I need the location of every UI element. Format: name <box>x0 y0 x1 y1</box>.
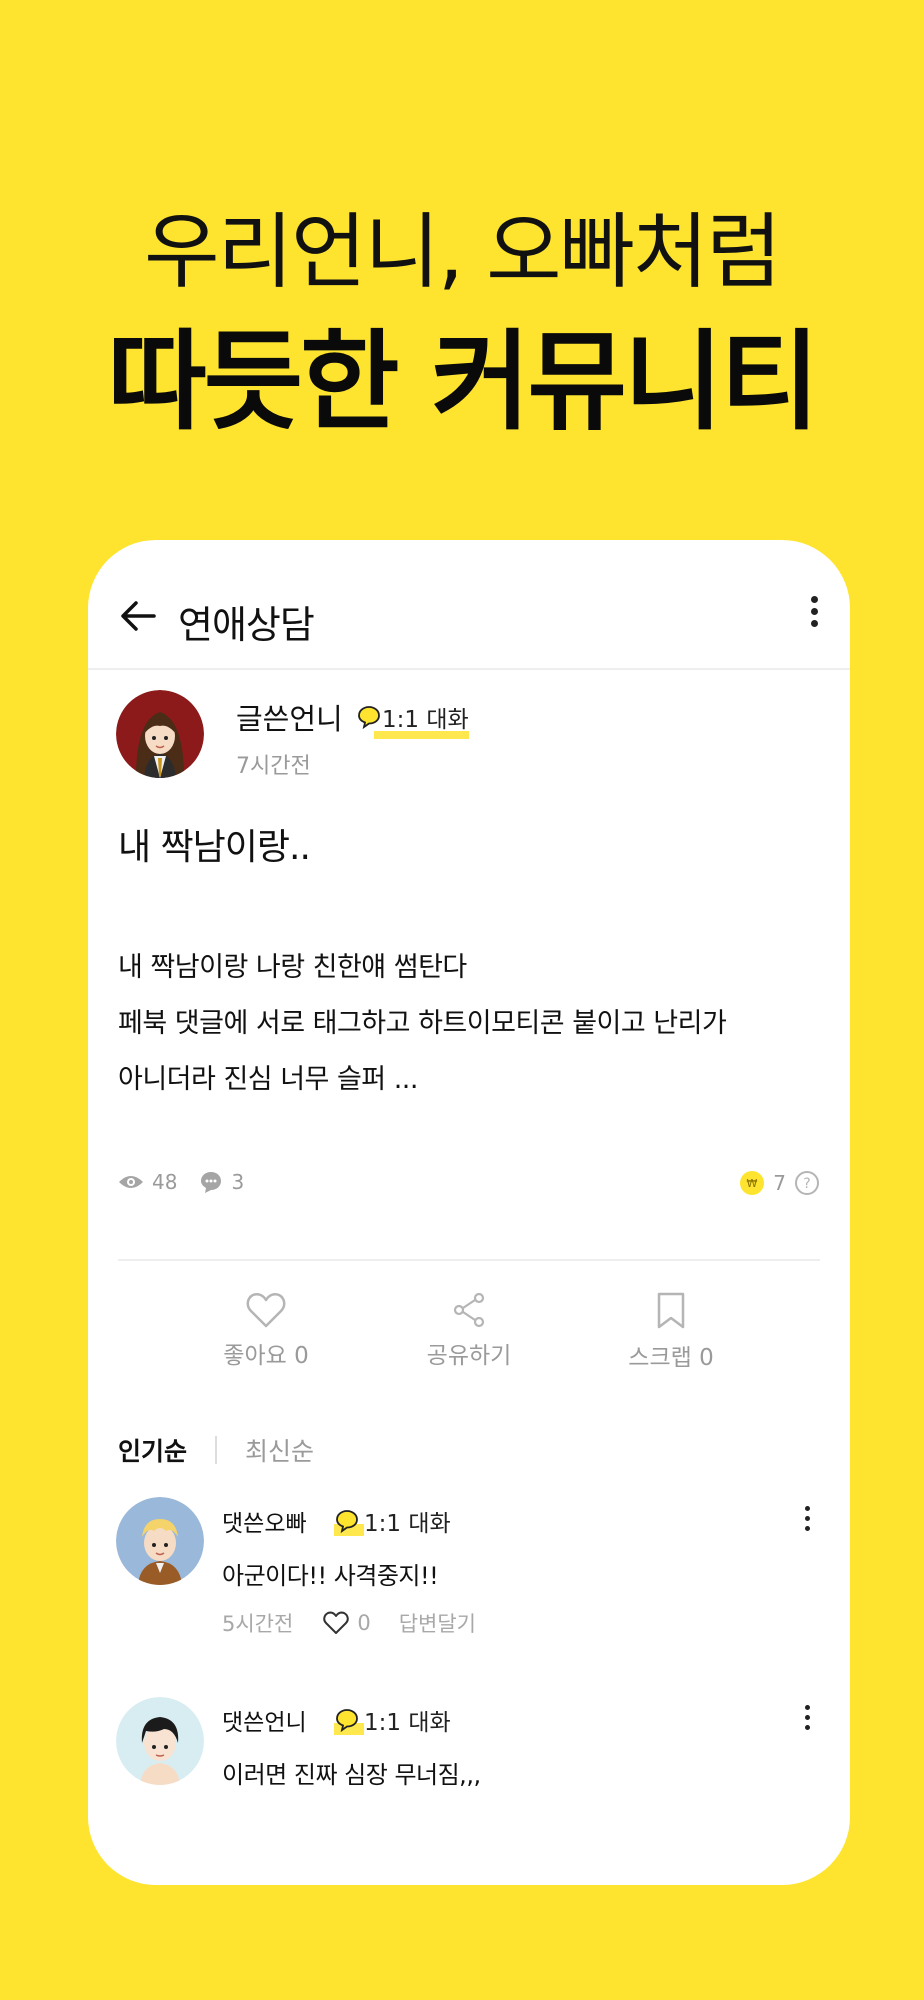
view-count: 48 <box>152 1170 178 1194</box>
svg-text:₩: ₩ <box>747 1177 758 1190</box>
like-label: 좋아요 0 <box>223 1343 309 1369</box>
divider <box>118 1259 820 1261</box>
eye-icon <box>119 1176 143 1188</box>
scrap-label: 스크랩 0 <box>628 1345 714 1371</box>
share-label: 공유하기 <box>426 1343 512 1369</box>
post-body-line: 내 짝남이랑 나랑 친한얘 썸탄다 <box>118 952 467 983</box>
chat-bubble-icon <box>358 706 380 730</box>
sort-popular-tab[interactable]: 인기순 <box>118 1432 187 1468</box>
commenter-name[interactable]: 댓쓴언니 <box>222 1703 307 1737</box>
app-bar: 연애상담 <box>88 540 850 670</box>
chat-label: 1:1 대화 <box>382 707 469 733</box>
post-body-line: 페북 댓글에 서로 태그하고 하트이모티콘 붙이고 난리가 <box>118 1008 727 1039</box>
coin-icon: ₩ <box>740 1171 765 1195</box>
help-icon[interactable]: ? <box>794 1170 820 1196</box>
board-title: 연애상담 <box>178 603 315 647</box>
commenter-avatar[interactable] <box>116 1697 204 1785</box>
chat-bubble-icon <box>336 1709 358 1733</box>
comment-text: 이러면 진짜 심장 무너짐,,, <box>222 1761 481 1789</box>
reward-count: 7 <box>773 1171 786 1195</box>
one-to-one-chat-button[interactable]: 1:1 대화 <box>334 1504 451 1538</box>
sort-latest-tab[interactable]: 최신순 <box>245 1432 314 1468</box>
comment-sort: 인기순 최신순 <box>118 1432 314 1468</box>
like-button[interactable]: 좋아요 0 <box>186 1292 346 1370</box>
share-icon <box>453 1292 485 1328</box>
sort-separator <box>215 1436 218 1464</box>
comment-meta: 5시간전 0 답변달기 <box>222 1608 476 1638</box>
comment-count: 3 <box>231 1170 245 1194</box>
chat-bubble-icon <box>336 1510 358 1534</box>
more-options-icon[interactable] <box>808 596 820 630</box>
headline-line-2: 따듯한 커뮤니티 <box>107 320 819 445</box>
commenter-name[interactable]: 댓쓴오빠 <box>222 1504 307 1538</box>
phone-screen: 연애상담 글쓴언니 1:1 대화 7시간전 내 짝남이랑.. 내 짝남이랑 나랑… <box>88 540 850 1885</box>
one-to-one-chat-button[interactable]: 1:1 대화 <box>356 700 469 739</box>
chat-label: 1:1 대화 <box>364 1710 451 1736</box>
comment-more-icon[interactable] <box>802 1506 812 1536</box>
chat-label: 1:1 대화 <box>364 1511 451 1537</box>
post-body: 내 짝남이랑 나랑 친한얘 썸탄다 페북 댓글에 서로 태그하고 하트이모티콘 … <box>118 940 818 1108</box>
bookmark-icon <box>657 1292 685 1329</box>
heart-icon <box>246 1292 286 1328</box>
reply-button[interactable]: 답변달기 <box>399 1608 476 1638</box>
comment-like-count: 0 <box>357 1611 371 1635</box>
share-button[interactable]: 공유하기 <box>389 1292 549 1370</box>
reward-points: ₩ 7 ? <box>739 1170 820 1196</box>
post-time: 7시간전 <box>236 754 311 779</box>
svg-text:?: ? <box>803 1176 810 1192</box>
headline-line-1: 우리언니, 오빠처럼 <box>144 205 782 300</box>
heart-icon[interactable] <box>323 1611 350 1635</box>
comment-icon <box>201 1172 222 1193</box>
comment-text: 아군이다!! 사격중지!! <box>222 1562 439 1590</box>
one-to-one-chat-button[interactable]: 1:1 대화 <box>334 1703 451 1737</box>
post-stats: 48 3 <box>118 1170 266 1194</box>
post-title: 내 짝남이랑.. <box>118 827 311 868</box>
back-arrow-icon[interactable] <box>118 596 158 636</box>
author-avatar[interactable] <box>116 690 204 778</box>
comment-more-icon[interactable] <box>802 1705 812 1735</box>
post-body-line: 아니더라 진심 너무 슬퍼 ... <box>118 1064 418 1095</box>
scrap-button[interactable]: 스크랩 0 <box>591 1292 751 1372</box>
comment-time: 5시간전 <box>222 1612 294 1636</box>
post-author-name[interactable]: 글쓴언니 <box>236 696 343 738</box>
commenter-avatar[interactable] <box>116 1497 204 1585</box>
